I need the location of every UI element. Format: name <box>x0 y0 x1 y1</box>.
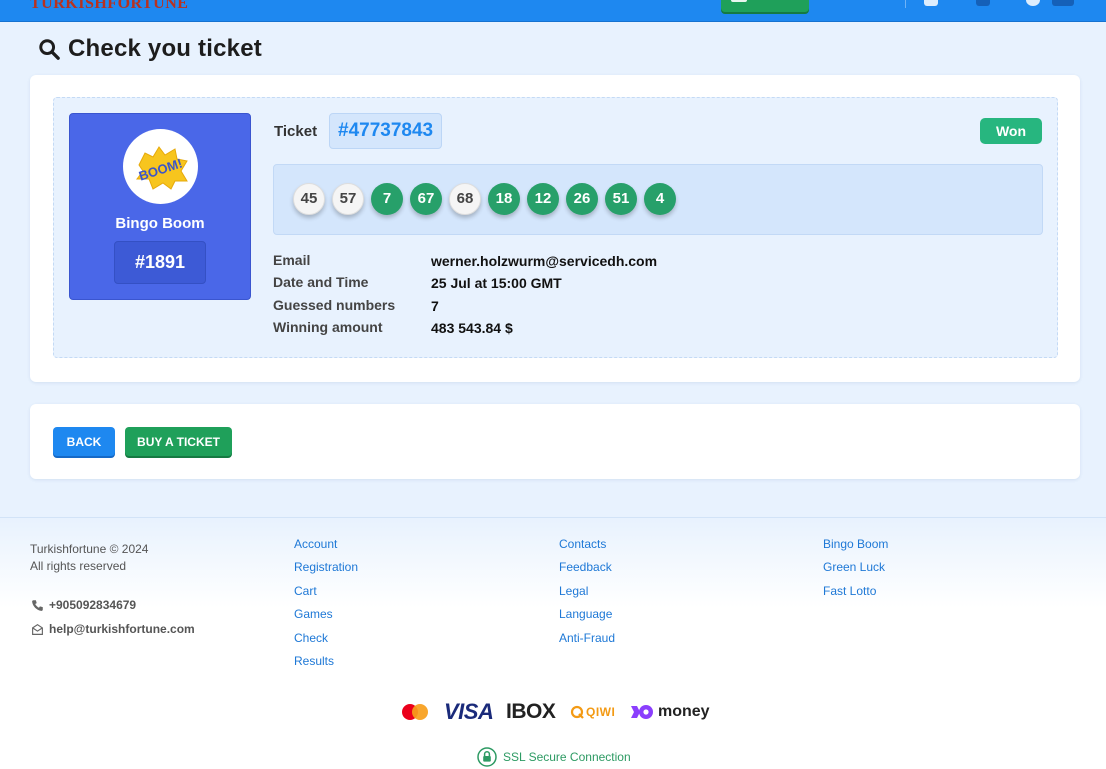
footer-link-feedback[interactable]: Feedback <box>559 556 615 579</box>
detail-label: Winning amount <box>273 319 383 335</box>
user-icon[interactable] <box>924 0 938 6</box>
footer-link-green-luck[interactable]: Green Luck <box>823 556 888 579</box>
cart-icon[interactable] <box>976 0 990 6</box>
ticket-number: #47737843 <box>329 113 443 149</box>
header-divider <box>905 0 906 8</box>
phone-contact[interactable]: +905092834679 <box>31 598 136 612</box>
footer-links-account: Account Registration Cart Games Check Re… <box>294 533 358 673</box>
mastercard-icon <box>400 698 430 726</box>
detail-value: 7 <box>431 298 439 314</box>
footer-link-anti-fraud[interactable]: Anti-Fraud <box>559 627 615 650</box>
ticket-panel: BOOM! Bingo Boom #1891 Ticket #47737843 … <box>53 97 1058 358</box>
bingo-boom-logo: BOOM! <box>123 129 198 204</box>
detail-value: 25 Jul at 15:00 GMT <box>431 275 562 291</box>
qiwi-icon <box>570 705 584 719</box>
footer-links-games: Bingo Boom Green Luck Fast Lotto <box>823 533 888 603</box>
yoomoney-logo: money <box>630 698 710 726</box>
mail-icon <box>32 623 43 635</box>
number-ball: 18 <box>488 183 520 215</box>
footer-link-registration[interactable]: Registration <box>294 556 358 579</box>
qiwi-logo: QIWI <box>570 698 615 726</box>
footer: Turkishfortune © 2024 All rights reserve… <box>0 517 1106 769</box>
detail-label: Email <box>273 252 311 268</box>
detail-label: Guessed numbers <box>273 297 396 313</box>
number-ball: 57 <box>332 183 364 215</box>
footer-link-check[interactable]: Check <box>294 627 358 650</box>
boom-logo-icon: BOOM! <box>135 145 188 190</box>
actions-card: BACK BUY A TICKET <box>30 404 1080 479</box>
detail-value: werner.holzwurm@servicedh.com <box>431 253 658 269</box>
copyright-text: Turkishfortune © 2024 <box>30 542 149 556</box>
footer-link-fast-lotto[interactable]: Fast Lotto <box>823 580 888 603</box>
number-ball: 12 <box>527 183 559 215</box>
page-title-text: Check you ticket <box>68 35 262 62</box>
footer-link-results[interactable]: Results <box>294 650 358 673</box>
ibox-logo: IBOX <box>506 700 556 723</box>
buy-ticket-button[interactable]: BUY A TICKET <box>125 427 232 456</box>
footer-link-games[interactable]: Games <box>294 603 358 626</box>
ssl-text: SSL Secure Connection <box>503 750 631 764</box>
visa-logo: VISA <box>444 699 494 724</box>
number-ball: 67 <box>410 183 442 215</box>
footer-link-language[interactable]: Language <box>559 603 615 626</box>
detail-label: Date and Time <box>273 274 369 290</box>
email-contact[interactable]: help@turkishfortune.com <box>31 622 195 636</box>
footer-link-bingo-boom[interactable]: Bingo Boom <box>823 533 888 556</box>
site-logo[interactable]: TURKISHFORTUNE <box>30 0 188 13</box>
search-icon <box>39 39 60 60</box>
page-title: Check you ticket <box>38 34 262 64</box>
yoomoney-icon <box>631 705 653 719</box>
footer-link-cart[interactable]: Cart <box>294 580 358 603</box>
back-button[interactable]: BACK <box>53 427 115 456</box>
ssl-secure-connection: SSL Secure Connection <box>477 747 631 767</box>
footer-link-account[interactable]: Account <box>294 533 358 556</box>
copyright: Turkishfortune © 2024 All rights reserve… <box>30 541 148 575</box>
wallet-icon <box>731 0 747 2</box>
numbers-panel: 45 57 7 67 68 18 12 26 51 4 <box>273 164 1043 235</box>
language-flag-icon[interactable] <box>1052 0 1074 6</box>
number-ball: 51 <box>605 183 637 215</box>
number-ball: 4 <box>644 183 676 215</box>
ticket-label: Ticket <box>274 123 318 140</box>
status-badge: Won <box>980 118 1042 144</box>
number-balls: 45 57 7 67 68 18 12 26 51 4 <box>293 183 676 215</box>
top-navbar: TURKISHFORTUNE <box>0 0 1106 22</box>
number-ball: 68 <box>449 183 481 215</box>
detail-value: 483 543.84 $ <box>431 320 513 336</box>
footer-link-contacts[interactable]: Contacts <box>559 533 615 556</box>
footer-link-legal[interactable]: Legal <box>559 580 615 603</box>
number-ball: 26 <box>566 183 598 215</box>
number-ball: 7 <box>371 183 403 215</box>
header-cta-button[interactable] <box>721 0 809 12</box>
money-text: money <box>658 703 710 720</box>
phone-icon <box>32 599 43 611</box>
globe-icon[interactable] <box>1026 0 1040 6</box>
phone-number: +905092834679 <box>49 598 137 612</box>
footer-links-info: Contacts Feedback Legal Language Anti-Fr… <box>559 533 615 650</box>
number-ball: 45 <box>293 183 325 215</box>
lock-icon <box>477 747 497 767</box>
email-address: help@turkishfortune.com <box>49 622 195 636</box>
ticket-card: BOOM! Bingo Boom #1891 Ticket #47737843 … <box>30 75 1080 382</box>
draw-number: #1891 <box>114 241 206 284</box>
game-tile: BOOM! Bingo Boom #1891 <box>69 113 251 300</box>
qiwi-text: QIWI <box>586 705 616 719</box>
rights-text: All rights reserved <box>30 559 127 573</box>
game-name: Bingo Boom <box>115 215 205 232</box>
